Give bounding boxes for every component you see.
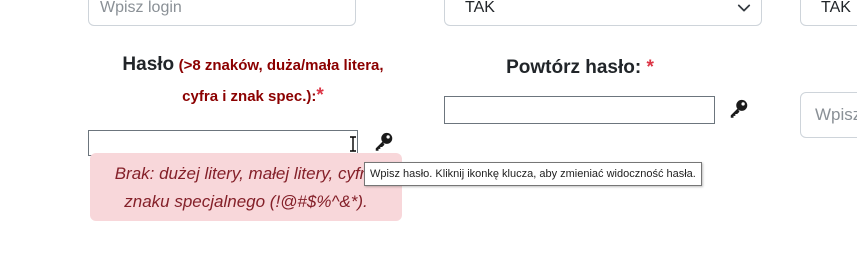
- yes-no-select-2[interactable]: TAK: [800, 0, 857, 26]
- chevron-down-icon: [737, 4, 751, 12]
- required-star: *: [316, 85, 324, 106]
- key-icon[interactable]: [728, 98, 750, 120]
- required-star: *: [646, 57, 654, 78]
- yes-no-select[interactable]: TAK: [444, 0, 762, 26]
- error-line-1: Brak: dużej litery, małej litery, cyfry,: [114, 164, 378, 183]
- select-value: TAK: [465, 0, 495, 16]
- key-icon[interactable]: [373, 131, 395, 153]
- right-text-input[interactable]: Wpisz: [800, 92, 857, 138]
- tooltip-text: Wpisz hasło. Kliknij ikonkę klucza, aby …: [370, 168, 696, 180]
- error-line-2: znaku specjalnego (!@#$%^&*).: [124, 192, 368, 211]
- repeat-password-input[interactable]: [444, 96, 715, 124]
- login-placeholder: Wpisz login: [100, 0, 182, 16]
- repeat-password-label: Powtórz hasło: *: [444, 57, 716, 79]
- right-input-placeholder: Wpisz: [815, 105, 857, 124]
- password-label: Hasło (>8 znaków, duża/mała litera, cyfr…: [88, 50, 418, 112]
- password-label-text: Hasło: [122, 54, 175, 75]
- password-requirements-hint-2: cyfra i znak spec.):: [182, 88, 317, 105]
- password-tooltip: Wpisz hasło. Kliknij ikonkę klucza, aby …: [364, 162, 702, 186]
- password-requirements-hint-1: (>8 znaków, duża/mała litera,: [178, 57, 384, 74]
- select2-value: TAK: [821, 0, 851, 16]
- text-cursor-icon: [350, 136, 356, 152]
- login-input[interactable]: Wpisz login: [88, 0, 356, 26]
- repeat-password-label-text: Powtórz hasło:: [506, 57, 642, 78]
- password-error-message: Brak: dużej litery, małej litery, cyfry,…: [90, 153, 402, 221]
